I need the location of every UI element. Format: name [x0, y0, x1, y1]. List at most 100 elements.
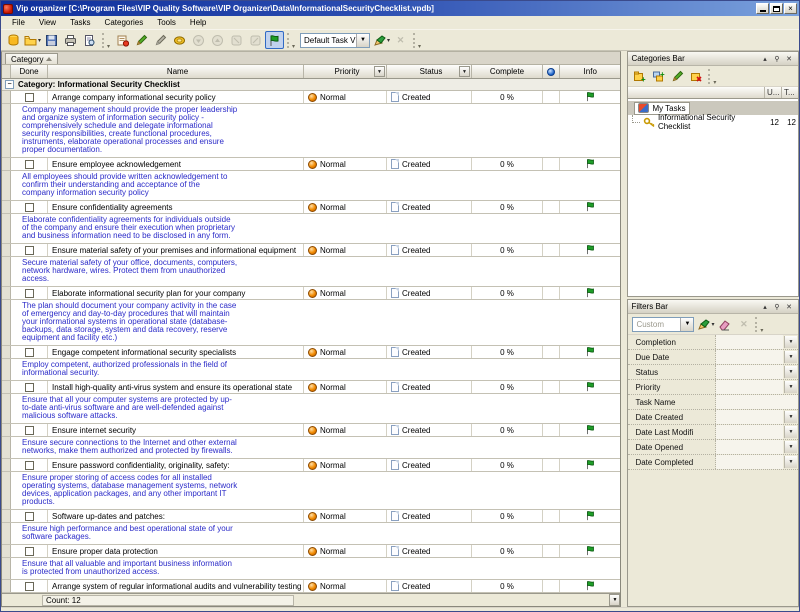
column-header-complete[interactable]: Complete [472, 65, 543, 78]
filter-value-field[interactable] [716, 350, 783, 364]
minimize-button[interactable] [756, 3, 769, 14]
filter-value-field[interactable] [716, 410, 783, 424]
task-view-combobox[interactable]: Default Task V ▼ [300, 33, 370, 48]
print-preview-button[interactable] [80, 31, 99, 49]
filter-dropdown-button[interactable]: ▼ [784, 351, 797, 363]
toolbar-grip[interactable] [102, 33, 110, 48]
filter-value-field[interactable] [716, 440, 783, 454]
task-row[interactable]: Install high-quality anti-virus system a… [2, 381, 620, 394]
collapse-group-icon[interactable]: − [5, 80, 14, 89]
task-checkbox[interactable] [25, 547, 34, 556]
column-undone[interactable]: U... [764, 87, 781, 98]
filter-dropdown-button[interactable]: ▼ [784, 426, 797, 438]
column-header-name[interactable]: Name [48, 65, 304, 78]
filter-value-field[interactable] [716, 455, 783, 469]
filter-value-field[interactable] [716, 425, 783, 439]
menu-tasks[interactable]: Tasks [63, 17, 97, 28]
move-up-button[interactable] [208, 31, 227, 49]
task-checkbox[interactable] [25, 203, 34, 212]
edit-category-button[interactable] [668, 67, 687, 85]
chevron-down-icon[interactable]: ▼ [680, 318, 693, 331]
chevron-down-icon[interactable]: ▾ [38, 37, 41, 44]
task-checkbox[interactable] [25, 383, 34, 392]
filter-dropdown-button[interactable]: ▼ [784, 336, 797, 348]
filter-preset-combobox[interactable]: Custom ▼ [632, 317, 694, 332]
edit-task-button[interactable] [132, 31, 151, 49]
column-header-info[interactable]: Info [560, 65, 620, 78]
task-row[interactable]: Arrange company informational security p… [2, 91, 620, 104]
task-checkbox[interactable] [25, 582, 34, 591]
clear-filter-button[interactable] [715, 315, 734, 333]
save-button[interactable] [42, 31, 61, 49]
filter-value-field[interactable] [716, 395, 798, 409]
column-total[interactable]: T... [781, 87, 798, 98]
close-button[interactable]: × [784, 3, 797, 14]
new-subcategory-button[interactable]: + [649, 67, 668, 85]
new-category-button[interactable]: + [630, 67, 649, 85]
status-filter-dropdown[interactable]: ▼ [459, 66, 470, 77]
task-row[interactable]: Elaborate informational security plan fo… [2, 287, 620, 300]
undo-button[interactable] [227, 31, 246, 49]
filter-value-field[interactable] [716, 335, 783, 349]
toolbar-grip-3[interactable] [413, 33, 421, 48]
filter-value-field[interactable] [716, 365, 783, 379]
task-row[interactable]: Ensure confidentiality agreementsNormalC… [2, 201, 620, 214]
menu-view[interactable]: View [32, 17, 63, 28]
collapse-pane-icon[interactable]: ▴ [759, 53, 771, 64]
complete-task-button[interactable] [170, 31, 189, 49]
delete-category-button[interactable] [687, 67, 706, 85]
new-task-button[interactable] [113, 31, 132, 49]
task-row[interactable]: Engage competent informational security … [2, 346, 620, 359]
restore-button[interactable] [770, 3, 783, 14]
group-by-category-tab[interactable]: Category [5, 53, 58, 64]
priority-filter-dropdown[interactable]: ▼ [374, 66, 385, 77]
menu-help[interactable]: Help [183, 17, 213, 28]
column-header-priority[interactable]: Priority ▼ [304, 65, 387, 78]
task-checkbox[interactable] [25, 246, 34, 255]
menu-tools[interactable]: Tools [150, 17, 183, 28]
task-row[interactable]: Arrange system of regular informational … [2, 580, 620, 593]
task-checkbox[interactable] [25, 289, 34, 298]
task-checkbox[interactable] [25, 461, 34, 470]
new-database-button[interactable] [4, 31, 23, 49]
task-row[interactable]: Ensure material safety of your premises … [2, 244, 620, 257]
filter-dropdown-button[interactable]: ▼ [784, 411, 797, 423]
task-checkbox[interactable] [25, 426, 34, 435]
task-checkbox[interactable] [25, 512, 34, 521]
pin-icon[interactable]: ⚲ [771, 301, 783, 312]
filter-dropdown-button[interactable]: ▼ [784, 441, 797, 453]
delete-task-button[interactable] [151, 31, 170, 49]
show-notes-toggle[interactable] [265, 31, 284, 49]
chevron-down-icon[interactable]: ▾ [711, 321, 714, 328]
toolbar-grip-2[interactable] [287, 33, 295, 48]
task-checkbox[interactable] [25, 160, 34, 169]
task-row[interactable]: Ensure proper data protectionNormalCreat… [2, 545, 620, 558]
apply-view-button[interactable]: ▾ [372, 31, 391, 49]
chevron-down-icon[interactable]: ▼ [356, 34, 369, 47]
column-header-done[interactable]: Done [11, 65, 48, 78]
menu-file[interactable]: File [5, 17, 32, 28]
scroll-down-button[interactable]: ▼ [609, 594, 620, 606]
toolbar-grip[interactable] [708, 69, 716, 84]
close-pane-icon[interactable]: ✕ [783, 301, 795, 312]
pin-icon[interactable]: ⚲ [771, 53, 783, 64]
remove-filter-button[interactable]: ✕ [734, 315, 753, 333]
category-group-row[interactable]: − Category: Informational Security Check… [2, 79, 620, 91]
open-database-button[interactable]: ▾ [23, 31, 42, 49]
filter-dropdown-button[interactable]: ▼ [784, 381, 797, 393]
task-checkbox[interactable] [25, 348, 34, 357]
filter-value-field[interactable] [716, 380, 783, 394]
clear-view-button[interactable]: ✕ [391, 31, 410, 49]
redo-button[interactable] [246, 31, 265, 49]
toolbar-grip[interactable] [755, 317, 763, 332]
chevron-down-icon[interactable]: ▾ [387, 37, 390, 44]
task-row[interactable]: Software up-dates and patches:NormalCrea… [2, 510, 620, 523]
column-header-status[interactable]: Status ▼ [387, 65, 472, 78]
move-down-button[interactable] [189, 31, 208, 49]
close-pane-icon[interactable]: ✕ [783, 53, 795, 64]
collapse-pane-icon[interactable]: ▴ [759, 301, 771, 312]
filter-dropdown-button[interactable]: ▼ [784, 366, 797, 378]
task-row[interactable]: Ensure internet securityNormalCreated0 % [2, 424, 620, 437]
task-row[interactable]: Ensure employee acknowledgementNormalCre… [2, 158, 620, 171]
task-checkbox[interactable] [25, 93, 34, 102]
